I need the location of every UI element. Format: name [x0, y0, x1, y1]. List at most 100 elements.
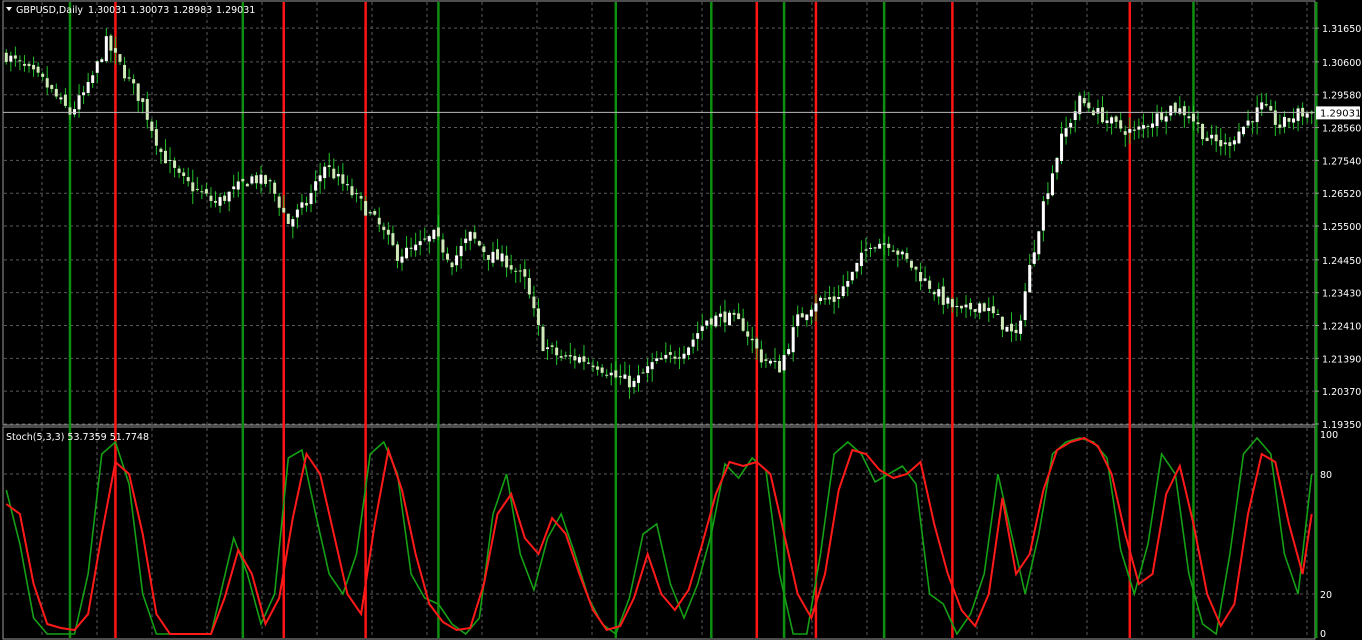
- candle-body: [805, 314, 809, 321]
- candle-body: [514, 270, 518, 272]
- candle-body: [959, 305, 963, 309]
- candle-body: [909, 260, 913, 268]
- price-tick-label: 1.29580: [1322, 91, 1361, 102]
- candle-body: [304, 202, 308, 206]
- candle-body: [182, 172, 186, 177]
- candle-body: [1023, 291, 1027, 321]
- candle-body: [982, 303, 986, 312]
- candle-body: [173, 160, 177, 168]
- candle-body: [268, 180, 272, 182]
- candle-body: [627, 375, 631, 388]
- candle-body: [68, 107, 72, 115]
- candle-body: [36, 66, 40, 73]
- candle-body: [1041, 201, 1045, 231]
- candle-body: [168, 159, 172, 161]
- candle-body: [27, 63, 31, 67]
- candle-body: [22, 63, 26, 66]
- candle-body: [696, 333, 700, 339]
- candle-body: [154, 129, 158, 146]
- candle-body: [687, 347, 691, 356]
- candle-body: [850, 271, 854, 281]
- price-tick-label: 1.20370: [1322, 387, 1361, 398]
- candle-body: [773, 360, 777, 362]
- candle-body: [1114, 116, 1118, 122]
- candle-body: [145, 98, 149, 120]
- candle-body: [1064, 128, 1068, 137]
- candle-body: [86, 81, 90, 94]
- candle-body: [45, 78, 49, 88]
- candle-body: [664, 354, 668, 359]
- candle-body: [723, 311, 727, 323]
- candle-body: [323, 166, 327, 179]
- candle-body: [77, 95, 81, 110]
- candle-body: [295, 209, 299, 218]
- candle-body: [1201, 123, 1205, 140]
- candle-body: [864, 249, 868, 251]
- candle-body: [796, 314, 800, 327]
- candle-body: [1287, 118, 1291, 122]
- candle-body: [309, 192, 313, 205]
- candle-body: [818, 297, 822, 302]
- price-tick-label: 1.22410: [1322, 322, 1361, 333]
- candle-body: [332, 168, 336, 179]
- candle-body: [841, 286, 845, 297]
- candle-body: [1269, 106, 1273, 111]
- candle-body: [882, 243, 886, 245]
- candle-body: [859, 252, 863, 267]
- candle-body: [718, 313, 722, 317]
- candle-body: [846, 281, 850, 287]
- candle-body: [282, 207, 286, 213]
- candle-body: [209, 195, 213, 201]
- candle-body: [245, 183, 249, 187]
- candle-body: [113, 48, 117, 53]
- high-value: 1.30073: [130, 5, 169, 16]
- symbol-label: GBPUSD,Daily: [16, 5, 83, 16]
- current-price-label: 1.29031: [1320, 108, 1361, 119]
- candle-body: [1196, 122, 1200, 125]
- candle-body: [218, 197, 222, 206]
- candle-body: [477, 241, 481, 246]
- candle-body: [855, 262, 859, 272]
- candle-body: [655, 358, 659, 361]
- candle-body: [1305, 113, 1309, 118]
- candle-body: [1082, 98, 1086, 104]
- candle-body: [541, 326, 545, 352]
- candle-body: [395, 244, 399, 261]
- price-tick-label: 1.25500: [1322, 222, 1361, 233]
- candle-body: [391, 233, 395, 246]
- candle-body: [1223, 142, 1227, 145]
- candle-body: [532, 296, 536, 309]
- candle-body: [1296, 108, 1300, 121]
- candle-body: [1123, 131, 1127, 135]
- candle-body: [468, 231, 472, 241]
- candle-body: [659, 357, 663, 360]
- candle-body: [987, 307, 991, 311]
- candle-body: [254, 175, 258, 184]
- candle-body: [673, 356, 677, 359]
- candle-body: [204, 189, 208, 194]
- candle-body: [464, 238, 468, 244]
- candle-body: [150, 121, 154, 131]
- candle-body: [1014, 329, 1018, 333]
- candle-body: [118, 54, 122, 62]
- candle-body: [632, 380, 636, 387]
- candle-body: [277, 196, 281, 208]
- candle-body: [1046, 193, 1050, 200]
- candle-body: [823, 298, 827, 300]
- candle-body: [564, 355, 568, 357]
- candle-body: [1169, 105, 1173, 116]
- candle-body: [668, 352, 672, 355]
- candle-body: [195, 188, 199, 190]
- candle-body: [523, 269, 527, 277]
- candle-body: [418, 241, 422, 246]
- candle-body: [50, 85, 54, 89]
- candle-body: [978, 303, 982, 313]
- candle-body: [546, 347, 550, 350]
- candle-body: [550, 345, 554, 347]
- candle-body: [191, 182, 195, 192]
- candle-body: [682, 353, 686, 359]
- candle-body: [568, 355, 572, 357]
- candle-body: [1255, 107, 1259, 123]
- main-chart-header: GBPUSD,Daily 1.30031 1.30073 1.28983 1.2…: [6, 5, 255, 16]
- candle-body: [637, 375, 641, 383]
